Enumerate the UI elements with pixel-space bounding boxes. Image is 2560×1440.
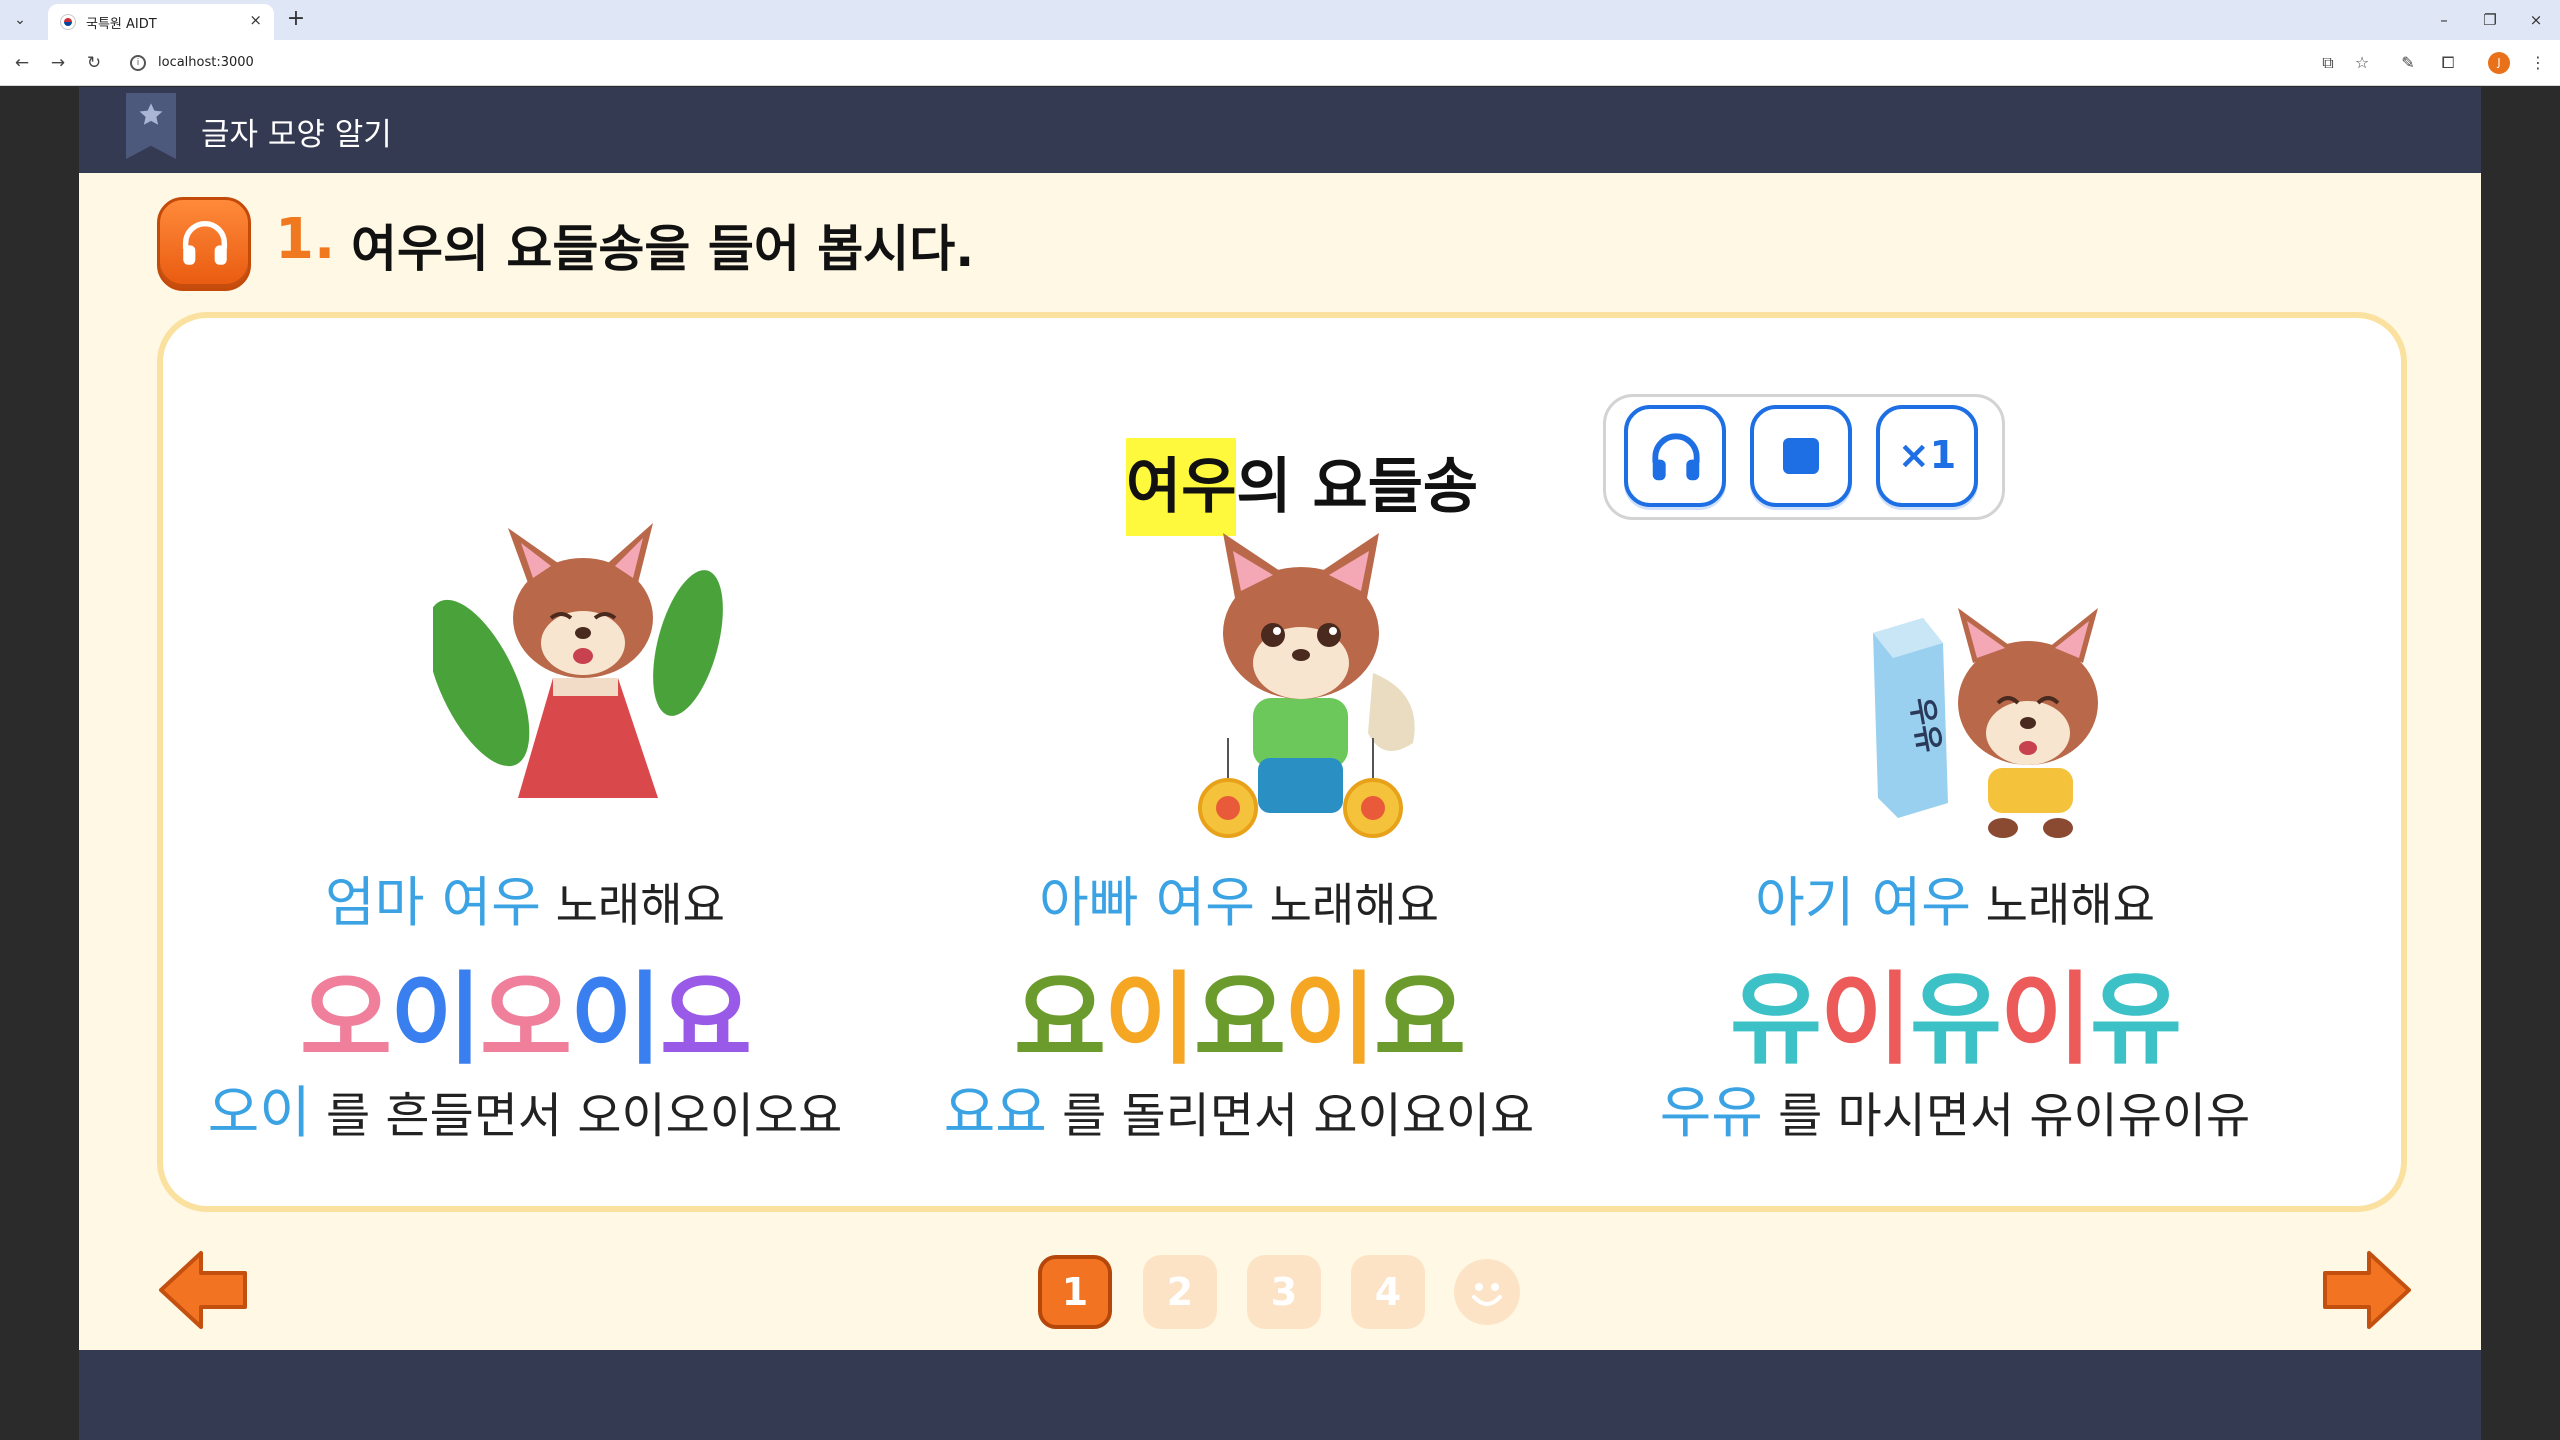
yodel-syllable: 유 — [2090, 961, 2182, 1078]
page-button-4[interactable]: 4 — [1351, 1255, 1425, 1329]
restore-button[interactable]: ❐ — [2470, 6, 2510, 34]
baby-fox-illustration: 우유 — [1873, 608, 2098, 838]
question-text: 여우의 요들송을 들어 봅시다. — [351, 220, 975, 278]
favicon-icon — [60, 14, 76, 30]
browser-tab-strip: ⌄ 국특원 AIDT × + – ❐ × — [0, 0, 2560, 40]
verse-1-rest: 를 흔들면서 오이오이오요 — [310, 1088, 843, 1144]
yodel-syllable: 이 — [2000, 961, 2092, 1078]
speed-label: ×1 — [1897, 433, 1957, 477]
verse-1-intro: 엄마 여우 노래해요 — [165, 858, 885, 937]
verse-1-sings: 노래해요 — [540, 878, 725, 932]
back-arrow-icon[interactable]: ← — [8, 49, 36, 77]
song-panel: 여우의 요들송 ×1 우유 엄마 여우 노래해요 오이오이요 오이 를 흔들면서… — [157, 312, 2407, 1212]
smile-page-button[interactable] — [1454, 1259, 1520, 1325]
stop-icon — [1783, 438, 1819, 474]
song-title-highlight: 여우 — [1126, 438, 1237, 536]
pen-extension-icon[interactable]: ✎ — [2394, 49, 2422, 77]
verse-3-who: 아기 여우 — [1755, 871, 1971, 934]
yodel-syllable: 오 — [480, 961, 572, 1078]
verse-3-yodel: 유이유이유 — [1595, 938, 2315, 1083]
verse-2-key: 요요 — [943, 1081, 1047, 1146]
stop-audio-button[interactable] — [1750, 405, 1852, 507]
mother-fox-illustration — [433, 523, 723, 798]
app-header: 글자 모양 알기 — [79, 87, 2481, 173]
verse-2-yodel: 요이요이요 — [879, 938, 1599, 1083]
close-window-button[interactable]: × — [2516, 6, 2556, 34]
page-button-2[interactable]: 2 — [1143, 1255, 1217, 1329]
tab-close-button[interactable]: × — [249, 11, 262, 29]
url-text[interactable]: localhost:3000 — [158, 55, 254, 70]
verse-1-who: 엄마 여우 — [325, 871, 541, 934]
play-audio-button[interactable] — [1624, 405, 1726, 507]
headphones-icon — [157, 197, 251, 291]
install-app-icon[interactable]: ⧉ — [2314, 49, 2342, 77]
tab-search-chevron-icon[interactable]: ⌄ — [6, 6, 34, 34]
song-title-rest: 의 요들송 — [1236, 452, 1479, 522]
verse-3-sings: 노래해요 — [1970, 878, 2155, 932]
app-footer — [79, 1350, 2481, 1440]
verse-2-sings: 노래해요 — [1254, 878, 1439, 932]
profile-avatar[interactable]: J — [2488, 52, 2510, 74]
yodel-syllable: 오 — [300, 961, 392, 1078]
yodel-syllable: 이 — [390, 961, 482, 1078]
bookmark-star-icon[interactable]: ☆ — [2348, 49, 2376, 77]
verse-3-line: 우유 를 마시면서 유이유이유 — [1595, 1068, 2315, 1149]
headphones-icon — [1652, 433, 1700, 481]
verse-3-key: 우유 — [1659, 1081, 1763, 1146]
question-number: 1. — [275, 207, 336, 272]
next-arrow-button[interactable] — [2317, 1245, 2417, 1335]
verse-1-yodel: 오이오이요 — [165, 938, 885, 1083]
yodel-syllable: 요 — [660, 961, 752, 1078]
tab-title: 국특원 AIDT — [86, 17, 157, 32]
yodel-syllable: 이 — [1284, 961, 1376, 1078]
reload-icon[interactable]: ↻ — [80, 49, 108, 77]
verse-1-key: 오이 — [207, 1081, 311, 1146]
minimize-button[interactable]: – — [2424, 6, 2464, 34]
yodel-syllable: 유 — [1910, 961, 2002, 1078]
site-info-icon[interactable]: i — [130, 55, 146, 71]
lesson-app: 글자 모양 알기 1. 여우의 요들송을 들어 봅시다. 여우의 요들송 ×1 … — [79, 87, 2481, 1440]
father-fox-illustration — [1198, 533, 1415, 838]
page-button-3[interactable]: 3 — [1247, 1255, 1321, 1329]
verse-2-line: 요요 를 돌리면서 요이요이요 — [879, 1068, 1599, 1149]
verse-2-who: 아빠 여우 — [1039, 871, 1255, 934]
new-tab-button[interactable]: + — [282, 6, 310, 34]
verse-2-rest: 를 돌리면서 요이요이요 — [1046, 1088, 1535, 1144]
yodel-syllable: 이 — [1104, 961, 1196, 1078]
bookmark-star-badge-icon — [126, 93, 176, 159]
yodel-syllable: 요 — [1014, 961, 1106, 1078]
forward-arrow-icon[interactable]: → — [44, 49, 72, 77]
yodel-syllable: 유 — [1730, 961, 1822, 1078]
song-title: 여우의 요들송 — [1126, 438, 1479, 536]
address-bar[interactable]: i localhost:3000 — [120, 46, 2300, 80]
more-menu-icon[interactable]: ⋮ — [2524, 49, 2552, 77]
extensions-puzzle-icon[interactable]: ⧠ — [2434, 49, 2462, 77]
verse-2-intro: 아빠 여우 노래해요 — [879, 858, 1599, 937]
previous-arrow-button[interactable] — [153, 1245, 253, 1335]
yodel-syllable: 요 — [1374, 961, 1466, 1078]
verse-1-line: 오이 를 흔들면서 오이오이오요 — [165, 1068, 885, 1149]
page-title: 글자 모양 알기 — [201, 117, 392, 153]
yodel-syllable: 요 — [1194, 961, 1286, 1078]
verse-3-intro: 아기 여우 노래해요 — [1595, 858, 2315, 937]
browser-tab[interactable]: 국특원 AIDT × — [48, 4, 274, 40]
playback-speed-button[interactable]: ×1 — [1876, 405, 1978, 507]
verse-3-rest: 를 마시면서 유이유이유 — [1762, 1088, 2251, 1144]
smile-icon — [1472, 1283, 1502, 1306]
audio-controls: ×1 — [1603, 394, 2005, 520]
page-button-1[interactable]: 1 — [1038, 1255, 1112, 1329]
yodel-syllable: 이 — [1820, 961, 1912, 1078]
browser-toolbar: ← → ↻ i localhost:3000 ⧉ ☆ ✎ ⧠ J ⋮ — [0, 40, 2560, 86]
yodel-syllable: 이 — [570, 961, 662, 1078]
